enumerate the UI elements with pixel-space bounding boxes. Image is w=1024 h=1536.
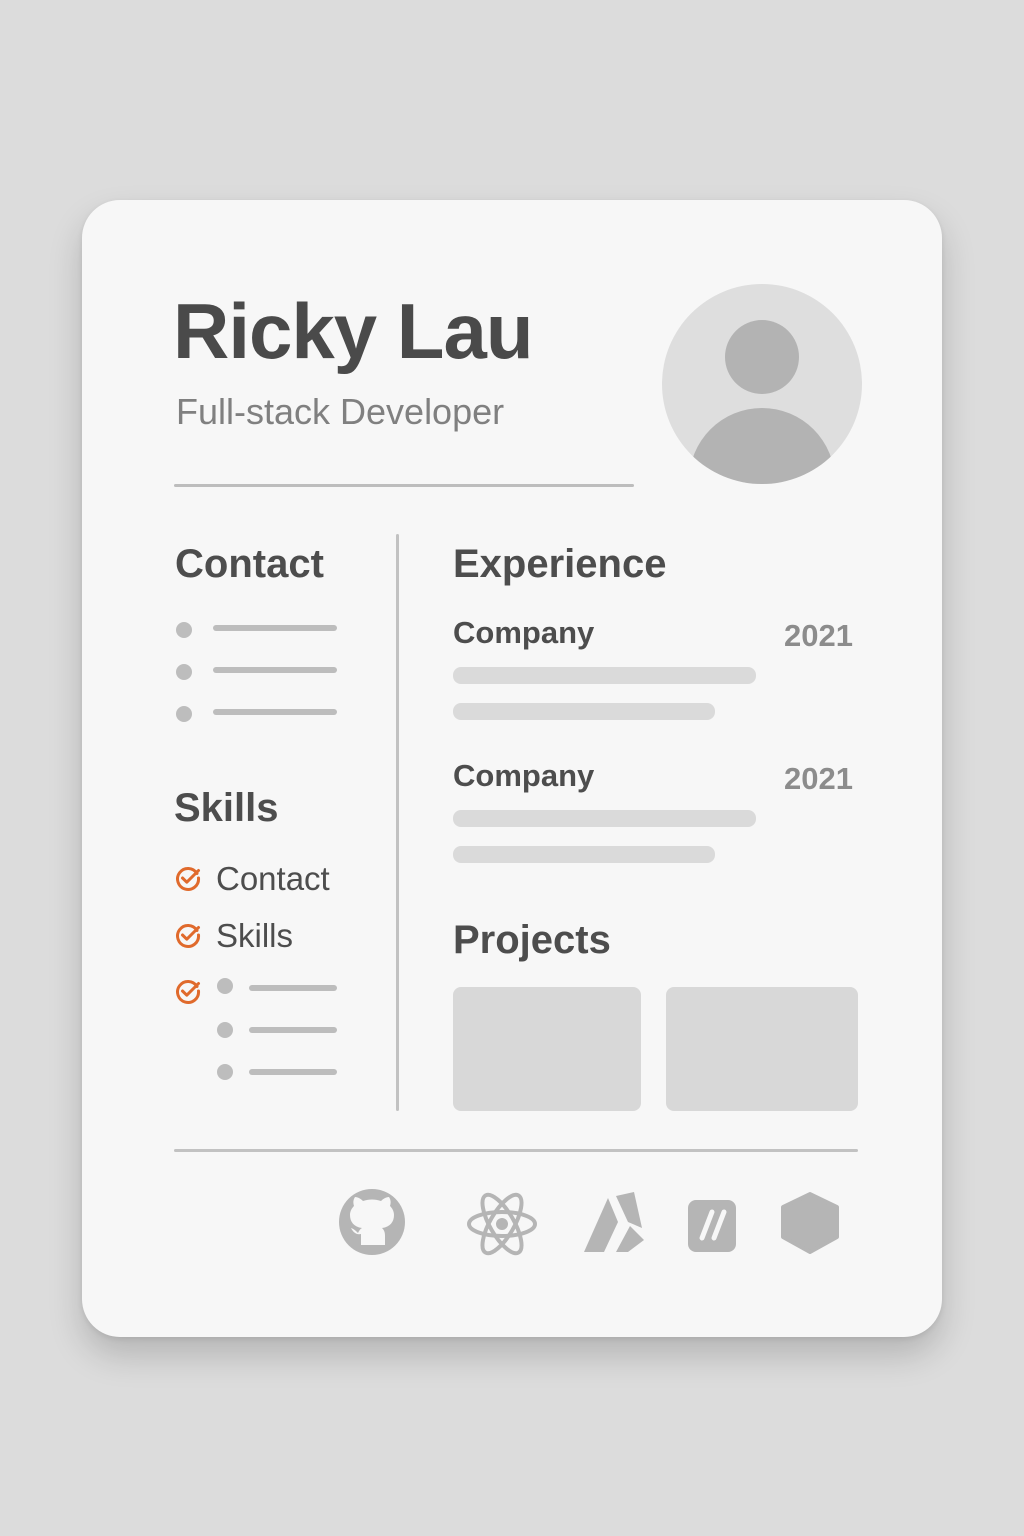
experience-year-2: 2021 — [784, 761, 853, 796]
avatar-head-shape — [725, 320, 799, 394]
check-circle-icon — [176, 979, 201, 1004]
profile-name: Ricky Lau — [173, 287, 533, 375]
slash-badge-icon[interactable] — [682, 1194, 758, 1270]
projects-title: Projects — [453, 918, 611, 962]
avatar — [662, 284, 862, 484]
github-icon[interactable] — [334, 1184, 410, 1260]
angular-like-icon[interactable] — [578, 1186, 654, 1262]
contact-line-2 — [213, 667, 337, 673]
skill-item-2: Skills — [216, 917, 294, 954]
skill-subitem-line-1 — [249, 985, 337, 991]
project-thumbnail-2[interactable] — [666, 987, 858, 1111]
experience-company-2: Company — [453, 758, 595, 793]
project-thumbnail-1[interactable] — [453, 987, 641, 1111]
skill-subitem-bullet-1 — [217, 978, 233, 994]
check-circle-icon — [176, 923, 201, 948]
skills-title: Skills — [174, 786, 279, 830]
skill-subitem-bullet-2 — [217, 1022, 233, 1038]
check-circle-icon — [176, 866, 201, 891]
experience-desc-bar — [453, 667, 756, 684]
experience-desc-bar — [453, 846, 715, 863]
column-divider — [396, 534, 399, 1111]
skill-subitem-bullet-3 — [217, 1064, 233, 1080]
contact-bullet-3 — [176, 706, 192, 722]
experience-title: Experience — [453, 542, 667, 586]
react-atom-icon[interactable] — [464, 1186, 540, 1262]
skill-subitem-line-3 — [249, 1069, 337, 1075]
contact-bullet-1 — [176, 622, 192, 638]
experience-company-1: Company — [453, 615, 595, 650]
skill-subitem-line-2 — [249, 1027, 337, 1033]
resume-card: Ricky Lau Full-stack Developer Contact S… — [82, 200, 942, 1337]
experience-year-1: 2021 — [784, 618, 853, 653]
skill-item-1: Contact — [216, 860, 330, 897]
contact-line-1 — [213, 625, 337, 631]
contact-bullet-2 — [176, 664, 192, 680]
contact-line-3 — [213, 709, 337, 715]
contact-title: Contact — [175, 542, 324, 586]
experience-desc-bar — [453, 810, 756, 827]
avatar-body-shape — [689, 408, 835, 484]
profile-role: Full-stack Developer — [176, 391, 505, 432]
hexagon-icon[interactable] — [776, 1190, 852, 1266]
experience-desc-bar — [453, 703, 715, 720]
header-divider — [174, 484, 634, 487]
footer-divider — [174, 1149, 858, 1152]
